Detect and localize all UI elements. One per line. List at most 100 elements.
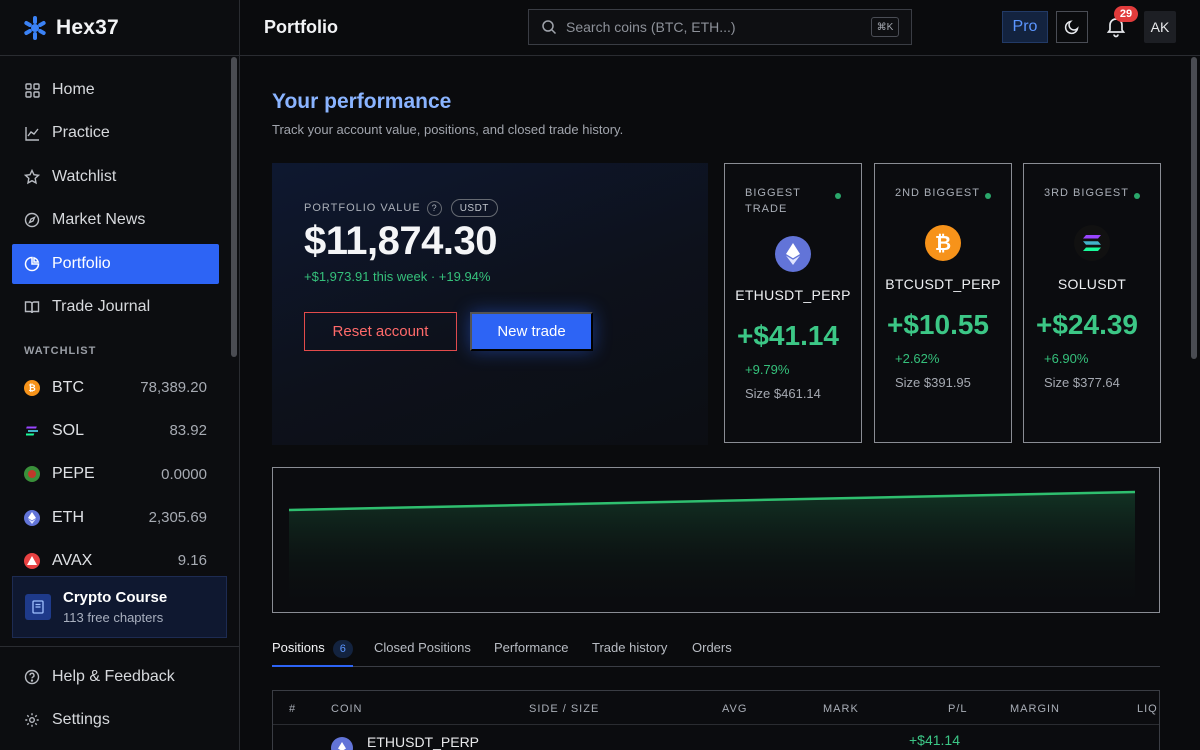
grid-icon <box>24 82 40 98</box>
search-shortcut-hint: ⌘K <box>871 17 899 37</box>
tab-trade-history[interactable]: Trade history <box>592 640 667 667</box>
search-box[interactable]: ⌘K <box>528 9 912 45</box>
nav-label: Practice <box>52 124 110 142</box>
nav-item-home[interactable]: Home <box>12 70 219 110</box>
brand[interactable]: Hex37 <box>0 0 239 56</box>
nav-item-help-feedback[interactable]: Help & Feedback <box>12 657 219 697</box>
table-cell-coin[interactable]: ETHUSDT_PERP <box>367 734 479 750</box>
theme-toggle-button[interactable] <box>1056 11 1088 43</box>
watchlist-symbol: BTC <box>52 378 84 396</box>
equity-chart <box>272 467 1160 613</box>
help-icon[interactable]: ? <box>426 200 442 216</box>
nav-item-practice[interactable]: Practice <box>12 113 219 153</box>
watchlist: ₿ BTC 78,389.20 SOL 83.92 PEPE 0.0000 ET… <box>12 366 219 582</box>
sol-icon <box>24 423 40 439</box>
equity-chart-svg <box>288 490 1136 612</box>
help-circle-icon <box>24 669 40 685</box>
trade-pct: +6.90% <box>1044 351 1089 366</box>
compass-icon <box>24 212 40 228</box>
brand-name: Hex37 <box>56 15 119 39</box>
nav-item-watchlist[interactable]: Watchlist <box>12 157 219 197</box>
tab-closed-positions[interactable]: Closed Positions <box>374 640 471 667</box>
reset-account-button[interactable]: Reset account <box>304 312 457 351</box>
nav-item-trade-journal[interactable]: Trade Journal <box>12 287 219 327</box>
positions-tabs: Positions 6 Closed Positions Performance … <box>272 636 1160 667</box>
pie-chart-icon <box>24 256 40 272</box>
biggest-trade-card[interactable]: BIGGEST TRADE ETHUSDT_PERP +$41.14 +9.79… <box>724 163 862 443</box>
nav-label: Home <box>52 81 95 98</box>
trade-rank-label: 3RD BIGGEST <box>1044 187 1129 199</box>
positions-table: # COIN SIDE / SIZE AVG MARK P/L MARGIN L… <box>272 690 1160 750</box>
eth-icon <box>331 737 353 750</box>
trade-pct: +9.79% <box>745 362 790 377</box>
star-icon <box>24 168 40 185</box>
tab-label: Positions <box>272 640 325 655</box>
portfolio-value-card: PORTFOLIO VALUE ? USDT $11,874.30 +$1,97… <box>272 163 708 445</box>
search-input[interactable] <box>566 19 856 35</box>
book-icon <box>24 299 40 315</box>
nav-label: Trade Journal <box>52 297 151 315</box>
watchlist-item-btc[interactable]: ₿ BTC 78,389.20 <box>12 366 219 409</box>
col-header-liq: LIQ <box>1137 703 1158 715</box>
nav-item-market-news[interactable]: Market News <box>12 200 219 240</box>
crypto-course-card[interactable]: Crypto Course 113 free chapters <box>12 576 227 638</box>
eth-icon <box>24 509 40 526</box>
col-header-coin: COIN <box>331 703 363 715</box>
notification-badge: 29 <box>1114 6 1138 22</box>
main-content: Your performance Track your account valu… <box>240 56 1200 750</box>
currency-tag: USDT <box>450 199 498 217</box>
col-header-mark: MARK <box>823 703 859 715</box>
status-dot <box>835 193 841 199</box>
nav-label: Settings <box>52 711 110 729</box>
watchlist-symbol: AVAX <box>52 551 93 569</box>
tab-orders[interactable]: Orders <box>692 640 732 667</box>
trade-size: Size $377.64 <box>1044 375 1120 390</box>
nav-label: Watchlist <box>52 167 117 185</box>
tab-positions[interactable]: Positions 6 <box>272 640 353 667</box>
status-dot <box>1134 193 1140 199</box>
trade-pl: +$24.39 <box>1036 309 1138 340</box>
watchlist-item-eth[interactable]: ETH 2,305.69 <box>12 496 219 539</box>
course-title: Crypto Course <box>63 589 168 606</box>
new-trade-button[interactable]: New trade <box>470 312 593 351</box>
sidebar-scrollbar[interactable] <box>231 57 237 357</box>
chart-line-icon <box>24 125 40 141</box>
btc-icon: ₿ <box>24 379 40 396</box>
course-subtitle: 113 free chapters <box>63 610 164 625</box>
portfolio-value-label-row: PORTFOLIO VALUE ? USDT <box>304 199 498 217</box>
third-biggest-trade-card[interactable]: 3RD BIGGEST SOLUSDT +$24.39 +6.90% Size … <box>1023 163 1161 443</box>
trade-symbol: BTCUSDT_PERP <box>885 276 1001 292</box>
btc-icon: ₿ <box>925 225 961 261</box>
positions-count-badge: 6 <box>332 640 353 658</box>
watchlist-price: 0.0000 <box>161 465 207 483</box>
trade-pl: +$41.14 <box>737 320 839 351</box>
col-header-side-size: SIDE / SIZE <box>529 703 600 715</box>
performance-subtitle: Track your account value, positions, and… <box>272 122 624 137</box>
watchlist-price: 9.16 <box>177 552 207 570</box>
tab-performance[interactable]: Performance <box>494 640 568 667</box>
second-biggest-trade-card[interactable]: 2ND BIGGEST ₿ BTCUSDT_PERP +$10.55 +2.62… <box>874 163 1012 443</box>
watchlist-symbol: PEPE <box>52 465 95 483</box>
portfolio-value-label: PORTFOLIO VALUE <box>304 202 421 214</box>
watchlist-item-pepe[interactable]: PEPE 0.0000 <box>12 453 219 496</box>
watchlist-heading: WATCHLIST <box>24 345 97 357</box>
trade-pl: +$10.55 <box>887 309 989 340</box>
moon-icon <box>1064 20 1079 35</box>
table-header-divider <box>273 724 1159 725</box>
watchlist-item-sol[interactable]: SOL 83.92 <box>12 409 219 452</box>
equity-area <box>289 492 1135 612</box>
avatar[interactable]: AK <box>1144 11 1176 43</box>
avax-icon <box>24 552 40 569</box>
hex-logo-icon <box>24 15 46 40</box>
nav-item-portfolio[interactable]: Portfolio <box>12 243 219 284</box>
nav-item-settings[interactable]: Settings <box>12 700 219 740</box>
pro-button[interactable]: Pro <box>1002 11 1048 43</box>
nav-label: Portfolio <box>52 254 111 272</box>
trade-rank-label: BIGGEST TRADE <box>745 187 801 215</box>
trade-symbol: ETHUSDT_PERP <box>735 287 851 303</box>
book-icon <box>25 594 51 620</box>
eth-icon <box>775 236 811 272</box>
trade-symbol: SOLUSDT <box>1057 276 1127 292</box>
col-header-margin: MARGIN <box>1010 703 1060 715</box>
watchlist-symbol: SOL <box>52 421 85 439</box>
